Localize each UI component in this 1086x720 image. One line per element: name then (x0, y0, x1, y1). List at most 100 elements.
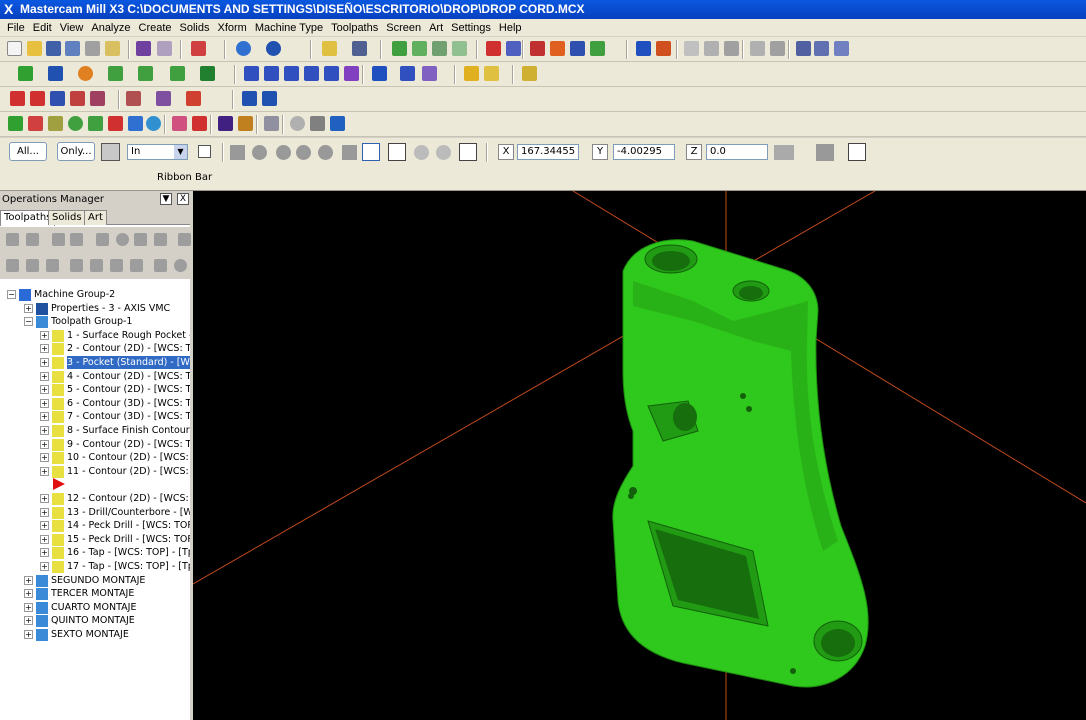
select-star-icon[interactable] (322, 41, 337, 56)
expand-toggle-icon[interactable]: + (24, 616, 33, 626)
extend-icon[interactable] (324, 66, 339, 81)
expand-toggle-icon[interactable]: + (24, 303, 33, 313)
tool-icon[interactable] (186, 91, 201, 106)
shell-icon[interactable] (128, 116, 143, 131)
tree-operation[interactable]: +15 - Peck Drill - [WCS: TOP] - [Tplane:… (0, 533, 190, 546)
expand-toggle-icon[interactable]: + (40, 439, 49, 449)
select-dirty-ops-icon[interactable] (26, 233, 39, 246)
regenerate-dirty-icon[interactable] (70, 233, 83, 246)
tree-operation[interactable]: +17 - Tap - [WCS: TOP] - [Tplane: TOP] (0, 560, 190, 573)
delete-ops-icon[interactable] (178, 233, 191, 246)
wire-cube-icon[interactable] (412, 41, 427, 56)
globe-icon[interactable] (236, 41, 251, 56)
help-icon[interactable] (459, 143, 477, 161)
expand-toggle-icon[interactable]: + (24, 602, 33, 612)
vector-select-icon[interactable] (252, 145, 267, 160)
chevron-down-icon[interactable]: ▼ (174, 145, 187, 159)
print-preview-icon[interactable] (105, 41, 120, 56)
move-up-icon[interactable] (90, 259, 103, 272)
expand-icon[interactable] (154, 259, 167, 272)
expand-toggle-icon[interactable]: + (40, 385, 49, 395)
measure-icon[interactable] (464, 66, 479, 81)
grid-red-icon[interactable] (10, 91, 25, 106)
sweep-icon[interactable] (68, 116, 83, 131)
expand-toggle-icon[interactable]: + (40, 521, 49, 531)
circle-icon[interactable] (78, 66, 93, 81)
ribbon-help-icon[interactable] (848, 143, 866, 161)
expand-toggle-icon[interactable]: + (24, 589, 33, 599)
xform-mirror-icon[interactable] (372, 66, 387, 81)
close-icon[interactable]: X (177, 193, 189, 205)
part-model[interactable] (612, 239, 869, 688)
tree-operation[interactable]: +3 - Pocket (Standard) - [WCS: TOP] (0, 356, 190, 369)
ruler-icon[interactable] (264, 116, 279, 131)
insert-arrow-icon[interactable] (53, 478, 65, 491)
surface-finish-icon[interactable] (156, 91, 171, 106)
zoom-window-icon[interactable] (684, 41, 699, 56)
clear-selection-icon[interactable] (414, 145, 429, 160)
tree-operation[interactable]: +9 - Contour (2D) - [WCS: TOP] (0, 438, 190, 451)
tree-operation[interactable]: +14 - Peck Drill - [WCS: TOP] - [Tplane:… (0, 519, 190, 533)
no-entry-icon[interactable] (290, 116, 305, 131)
g1-post-icon[interactable] (134, 233, 147, 246)
viewport-canvas[interactable] (193, 191, 1086, 720)
hidden-cube-icon[interactable] (432, 41, 447, 56)
fillet-icon[interactable] (138, 66, 153, 81)
selection-mode-select[interactable]: In ▼ (127, 144, 188, 160)
expand-toggle-icon[interactable]: + (40, 398, 49, 408)
menu-toolpaths[interactable]: Toolpaths (327, 22, 382, 34)
dimension-icon[interactable] (506, 41, 521, 56)
front-view-icon[interactable] (814, 41, 829, 56)
tree-group[interactable]: + CUARTO MONTAJE (0, 601, 190, 614)
tree-operation[interactable]: +10 - Contour (2D) - [WCS: TOP] (0, 451, 190, 465)
color-icon[interactable] (550, 41, 565, 56)
scroll-arrow-icon[interactable] (130, 259, 143, 272)
select-all-ops-icon[interactable] (6, 233, 19, 246)
tree-group[interactable]: + SEGUNDO MONTAJE (0, 574, 190, 587)
graphics-viewport[interactable] (193, 191, 1086, 720)
menu-create[interactable]: Create (135, 22, 176, 34)
tree-operation[interactable]: +8 - Surface Finish Contour - [WCS: TOP] (0, 424, 190, 437)
tree-operation[interactable]: +1 - Surface Rough Pocket - [WCS: TOP] (0, 329, 190, 342)
expand-toggle-icon[interactable]: + (40, 358, 49, 367)
zoom-in-icon[interactable] (704, 41, 719, 56)
tab-art[interactable]: Art (84, 210, 107, 225)
modify-icon[interactable] (344, 66, 359, 81)
end-selection-icon[interactable] (436, 145, 451, 160)
tree-operation[interactable]: +2 - Contour (2D) - [WCS: TOP] (0, 342, 190, 356)
menu-machine-type[interactable]: Machine Type (251, 22, 327, 34)
refresh-icon[interactable] (330, 116, 345, 131)
toggle-post-icon[interactable] (46, 259, 59, 272)
side-hole[interactable] (673, 403, 697, 431)
break-icon[interactable] (264, 66, 279, 81)
menu-solids[interactable]: Solids (176, 22, 214, 34)
loft-icon[interactable] (88, 116, 103, 131)
help-ops-icon[interactable] (174, 259, 187, 272)
highlight-icon[interactable] (310, 116, 325, 131)
point-icon[interactable] (18, 66, 33, 81)
solid-icon[interactable] (200, 66, 215, 81)
surface-icon[interactable] (90, 91, 105, 106)
pin-dropdown-icon[interactable]: ▼ (160, 193, 172, 205)
drill-icon[interactable] (262, 91, 277, 106)
tree-group[interactable]: + QUINTO MONTAJE (0, 614, 190, 628)
analyze-icon[interactable] (486, 41, 501, 56)
expand-toggle-icon[interactable]: + (40, 494, 49, 503)
tree-operation[interactable]: +12 - Contour (2D) - [WCS: TOP] (0, 492, 190, 505)
expand-toggle-icon[interactable]: + (24, 630, 33, 639)
expand-toggle-icon[interactable]: − (24, 317, 33, 327)
tree-operation[interactable]: +4 - Contour (2D) - [WCS: TOP] (0, 370, 190, 383)
polygon-select-icon[interactable] (276, 145, 291, 160)
save-icon[interactable] (46, 41, 61, 56)
expand-toggle-icon[interactable]: + (40, 507, 49, 517)
tree-operation[interactable]: +11 - Contour (2D) - [WCS: TOP] (0, 465, 190, 478)
expand-toggle-icon[interactable]: + (24, 575, 33, 585)
rectangle-icon[interactable] (108, 66, 123, 81)
chamfer-icon[interactable] (170, 66, 185, 81)
expand-toggle-icon[interactable]: + (40, 466, 49, 476)
insert-arrow-icon[interactable] (110, 259, 123, 272)
tree-toolpath-group[interactable]: − Toolpath Group-1 (0, 315, 190, 329)
chain-icon[interactable] (352, 41, 367, 56)
box-select-icon[interactable] (198, 145, 211, 158)
tree-machine-group[interactable]: − Machine Group-2 (0, 288, 190, 301)
